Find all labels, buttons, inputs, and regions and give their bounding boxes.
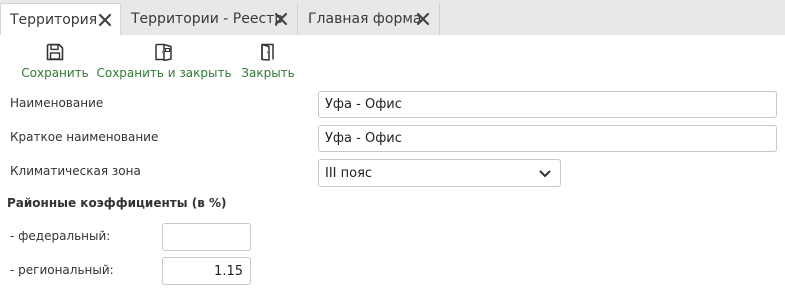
tab-territories-registry-label: Территории - Реестр bbox=[131, 11, 284, 27]
save-button[interactable]: Сохранить bbox=[21, 40, 89, 84]
close-button[interactable]: Закрыть bbox=[241, 40, 295, 84]
close-icon[interactable] bbox=[274, 12, 288, 26]
climate-zone-value: III пояс bbox=[325, 165, 373, 181]
save-icon bbox=[46, 40, 64, 61]
climate-zone-label: Климатическая зона bbox=[10, 164, 141, 178]
tab-main-form[interactable]: Главная форма bbox=[299, 3, 440, 35]
save-button-label: Сохранить bbox=[21, 66, 89, 80]
coefficients-section-title: Районные коэффициенты (в %) bbox=[7, 196, 227, 210]
save-and-close-button[interactable]: Сохранить и закрыть bbox=[96, 40, 232, 84]
chevron-down-icon[interactable] bbox=[539, 168, 551, 183]
short-name-field-value: Уфа - Офис bbox=[325, 131, 402, 146]
name-field-value: Уфа - Офис bbox=[325, 97, 402, 112]
regional-coefficient-value: 1.15 bbox=[214, 263, 243, 279]
tab-main-form-label: Главная форма bbox=[308, 11, 422, 27]
regional-label: - региональный: bbox=[10, 263, 114, 277]
federal-label: - федеральный: bbox=[10, 229, 111, 243]
regional-coefficient-field[interactable]: 1.15 bbox=[162, 257, 251, 285]
tab-territory-label: Территория bbox=[10, 11, 98, 28]
close-icon[interactable] bbox=[98, 13, 112, 27]
short-name-field[interactable]: Уфа - Офис bbox=[318, 125, 777, 152]
short-name-label: Краткое наименование bbox=[10, 130, 159, 144]
close-button-label: Закрыть bbox=[241, 66, 295, 80]
name-field[interactable]: Уфа - Офис bbox=[318, 91, 777, 118]
climate-zone-select[interactable]: III пояс bbox=[318, 159, 561, 187]
save-and-close-icon bbox=[154, 40, 174, 61]
tab-territories-registry[interactable]: Территории - Реестр bbox=[122, 3, 298, 35]
close-icon[interactable] bbox=[416, 12, 430, 26]
tab-bar: Территория Территории - Реестр Главная ф… bbox=[0, 0, 785, 35]
tab-territory[interactable]: Территория bbox=[0, 3, 121, 35]
door-icon bbox=[259, 40, 277, 61]
name-label: Наименование bbox=[10, 96, 104, 110]
federal-coefficient-field[interactable] bbox=[162, 223, 251, 251]
save-and-close-button-label: Сохранить и закрыть bbox=[96, 66, 232, 80]
